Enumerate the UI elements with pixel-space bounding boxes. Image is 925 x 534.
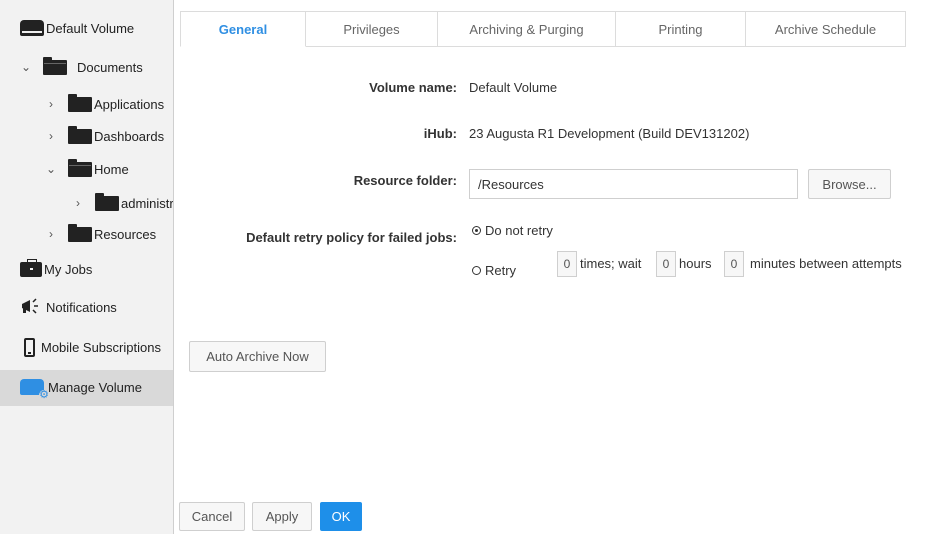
sidebar-item-label: Mobile Subscriptions (41, 339, 161, 355)
ihub-label: iHub: (423, 126, 457, 141)
volume-icon (20, 20, 44, 36)
chevron-right-icon[interactable]: › (44, 129, 58, 143)
sidebar-item-mobile-subscriptions[interactable]: Mobile Subscriptions (20, 332, 161, 362)
tab-general[interactable]: General (180, 11, 306, 47)
sidebar-item-default-volume[interactable]: Default Volume (20, 13, 134, 43)
sidebar-item-my-jobs[interactable]: My Jobs (20, 254, 92, 284)
tree-node-home[interactable]: ⌄ Home (44, 154, 129, 184)
retry-radio[interactable]: Retry (472, 263, 516, 278)
sidebar-item-label: My Jobs (44, 261, 93, 277)
tab-archive-schedule[interactable]: Archive Schedule (746, 11, 906, 47)
browse-button[interactable]: Browse... (808, 169, 891, 199)
chevron-right-icon[interactable]: › (71, 196, 85, 210)
sidebar-item-label: Manage Volume (48, 379, 142, 395)
retry-times-input[interactable]: 0 (557, 251, 577, 277)
resource-folder-input[interactable] (469, 169, 798, 199)
tab-archiving-purging[interactable]: Archiving & Purging (438, 11, 616, 47)
tree-node-resources[interactable]: › Resources (44, 219, 156, 249)
radio-selected-icon (472, 226, 481, 235)
sidebar-item-manage-volume[interactable]: Manage Volume (20, 372, 142, 402)
manage-volume-icon (20, 379, 49, 401)
folder-icon (68, 223, 92, 242)
retry-policy-label: Default retry policy for failed jobs: (246, 230, 457, 245)
tab-privileges[interactable]: Privileges (306, 11, 438, 47)
volume-name-label: Volume name: (369, 80, 457, 95)
chevron-right-icon[interactable]: › (44, 227, 58, 241)
tree-node-dashboards[interactable]: › Dashboards (44, 121, 164, 151)
sidebar-item-label: Notifications (46, 299, 117, 315)
do-not-retry-radio[interactable]: Do not retry (472, 223, 553, 238)
apply-button[interactable]: Apply (252, 502, 312, 531)
chevron-right-icon[interactable]: › (44, 97, 58, 111)
tree-node-label: Dashboards (94, 128, 165, 144)
megaphone-icon (20, 297, 44, 318)
auto-archive-now-button[interactable]: Auto Archive Now (189, 341, 326, 372)
tree-node-applications[interactable]: › Applications (44, 89, 164, 119)
sidebar: Default Volume ⌄ Documents › Application… (0, 0, 174, 534)
chevron-down-icon[interactable]: ⌄ (44, 162, 58, 176)
folder-open-icon (43, 56, 67, 75)
sidebar-item-notifications[interactable]: Notifications (20, 292, 117, 322)
tree-node-administrator[interactable]: › administrator (71, 188, 174, 218)
sidebar-item-label: Default Volume (46, 20, 135, 36)
times-wait-text: times; wait (580, 256, 642, 271)
folder-open-icon (68, 158, 92, 177)
tree-node-label: Applications (94, 96, 165, 112)
volume-name-value: Default Volume (469, 80, 558, 95)
cancel-button[interactable]: Cancel (179, 502, 245, 531)
briefcase-icon (20, 258, 42, 277)
hours-text: hours (679, 256, 712, 271)
tree-node-label: Home (94, 161, 129, 177)
tree-node-label: Documents (77, 59, 143, 75)
tab-printing[interactable]: Printing (616, 11, 746, 47)
retry-hours-input[interactable]: 0 (656, 251, 676, 277)
tree-node-documents[interactable]: ⌄ Documents (19, 52, 143, 82)
radio-unselected-icon (472, 266, 481, 275)
folder-icon (68, 93, 92, 112)
ok-button[interactable]: OK (320, 502, 362, 531)
tab-bar: General Privileges Archiving & Purging P… (180, 11, 906, 47)
do-not-retry-label: Do not retry (485, 223, 553, 238)
folder-icon (95, 192, 119, 211)
folder-icon (68, 125, 92, 144)
phone-icon (24, 337, 35, 357)
minutes-text: minutes between attempts (750, 256, 902, 271)
ihub-value: 23 Augusta R1 Development (Build DEV1312… (469, 126, 750, 141)
resource-folder-label: Resource folder: (353, 173, 457, 188)
chevron-down-icon[interactable]: ⌄ (19, 60, 33, 74)
retry-minutes-input[interactable]: 0 (724, 251, 744, 277)
tab-bar-end (905, 11, 906, 47)
tree-node-label: administrator (121, 195, 174, 211)
retry-label: Retry (485, 263, 517, 278)
tree-node-label: Resources (94, 226, 157, 242)
